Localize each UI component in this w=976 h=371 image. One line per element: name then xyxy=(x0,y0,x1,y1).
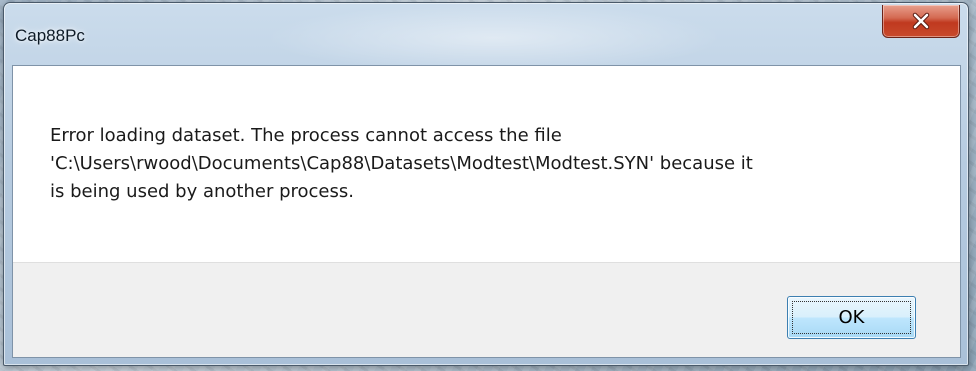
message-dialog: Cap88Pc Error loading dataset. The proce… xyxy=(3,2,969,366)
window-title: Cap88Pc xyxy=(15,26,85,45)
message-area: Error loading dataset. The process canno… xyxy=(13,66,960,262)
close-icon xyxy=(912,12,930,30)
button-bar: OK xyxy=(13,262,960,357)
close-button[interactable] xyxy=(882,5,960,38)
ok-button-label: OK xyxy=(838,307,865,328)
error-message: Error loading dataset. The process canno… xyxy=(50,125,753,202)
dialog-client-area: Error loading dataset. The process canno… xyxy=(12,65,961,358)
ok-button[interactable]: OK xyxy=(787,296,916,339)
